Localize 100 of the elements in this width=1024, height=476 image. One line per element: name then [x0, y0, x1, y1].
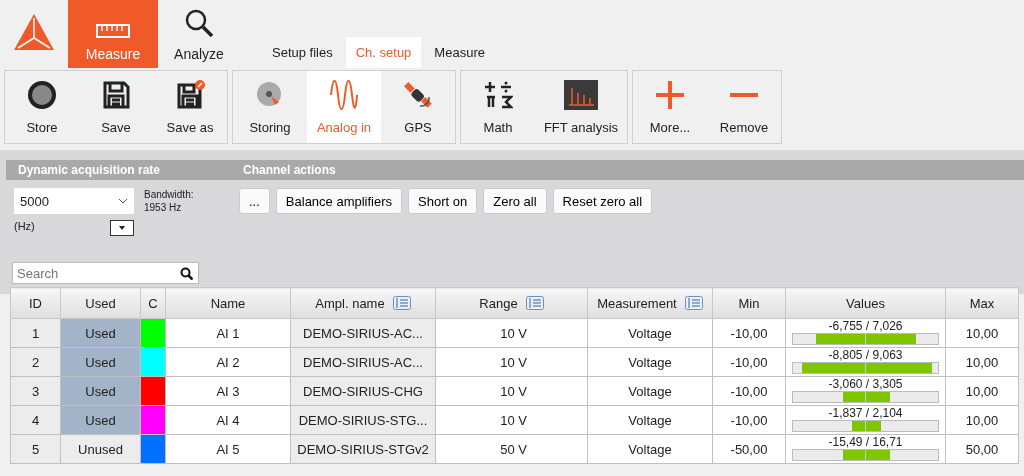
column-header[interactable]: Min [712, 287, 786, 319]
table-cell: Voltage [587, 376, 713, 406]
main-tab[interactable]: Analyze [158, 0, 240, 68]
toolbar-button[interactable]: FFT analysis [535, 71, 627, 143]
table-cell: 10,00 [945, 376, 1019, 406]
search-icon [180, 267, 193, 280]
table-cell: AI 3 [165, 376, 291, 406]
math-operators-icon [483, 79, 513, 110]
toolbar-button[interactable]: More... [633, 71, 707, 143]
color-swatch[interactable] [141, 348, 165, 376]
column-header[interactable]: Measurement [587, 287, 713, 319]
table-cell: DEMO-SIRIUS-STGv2 [290, 434, 436, 464]
column-header[interactable]: Max [945, 287, 1019, 319]
minus-icon [729, 92, 759, 97]
spectrum-chart-icon [564, 79, 598, 110]
table-cell: 10 V [435, 405, 588, 435]
table-cell: 50,00 [945, 434, 1019, 464]
toolbar-button[interactable]: Save [79, 71, 153, 143]
table-cell: 10 V [435, 347, 588, 377]
list-menu-icon[interactable] [684, 296, 703, 310]
used-toggle[interactable]: Used [60, 376, 141, 406]
table-cell: 3 [10, 376, 61, 406]
color-swatch[interactable] [141, 406, 165, 434]
column-header[interactable]: ID [10, 287, 61, 319]
table-cell: 10,00 [945, 318, 1019, 348]
toolbar-button[interactable]: Store [5, 71, 79, 143]
small-dropdown-button[interactable] [110, 220, 134, 236]
table-cell: DEMO-SIRIUS-AC... [290, 318, 436, 348]
sine-wave-icon [329, 79, 359, 110]
column-header[interactable]: Name [165, 287, 291, 319]
column-header[interactable]: C [140, 287, 166, 319]
ruler-icon [96, 24, 130, 38]
caret-icon [119, 226, 125, 230]
satellite-icon [403, 79, 433, 110]
rate-dropdown[interactable]: 5000 [14, 188, 134, 214]
value-reading: -15,49 / 16,71 [827, 435, 904, 449]
toolbar-button[interactable]: Storing [233, 71, 307, 143]
table-cell: 10 V [435, 376, 588, 406]
table-cell: -10,00 [712, 347, 786, 377]
plus-icon [655, 79, 685, 110]
table-cell: DEMO-SIRIUS-AC... [290, 347, 436, 377]
table-cell: -50,00 [712, 434, 786, 464]
color-swatch[interactable] [141, 377, 165, 405]
channel-action-button[interactable]: Balance amplifiers [275, 188, 403, 214]
table-cell: -10,00 [712, 405, 786, 435]
table-cell: AI 5 [165, 434, 291, 464]
used-toggle[interactable]: Unused [60, 434, 141, 464]
bandwidth-value: 1953 Hz [144, 201, 183, 214]
search-icon [184, 8, 214, 38]
table-cell: -10,00 [712, 376, 786, 406]
toolbar-button[interactable]: Remove [707, 71, 781, 143]
bandwidth-label: Bandwidth: [144, 188, 194, 201]
value-reading: -1,837 / 2,104 [827, 406, 904, 420]
column-header[interactable]: Range [435, 287, 588, 319]
channel-action-button[interactable]: Zero all [483, 188, 547, 214]
list-menu-icon[interactable] [392, 296, 411, 310]
used-toggle[interactable]: Used [60, 347, 141, 377]
table-cell: Voltage [587, 347, 713, 377]
table-cell: 2 [10, 347, 61, 377]
floppy-disk-edit-icon [175, 79, 205, 110]
sub-tab[interactable]: Setup files [262, 37, 343, 68]
table-cell: Voltage [587, 434, 713, 464]
table-cell: DEMO-SIRIUS-STG... [290, 405, 436, 435]
unit-label: (Hz) [14, 220, 35, 234]
used-toggle[interactable]: Used [60, 405, 141, 435]
table-cell: AI 2 [165, 347, 291, 377]
section-title: Channel actions [243, 163, 336, 177]
chevron-down-icon [118, 198, 128, 204]
value-reading: -8,805 / 9,063 [827, 348, 904, 362]
table-cell: 5 [10, 434, 61, 464]
column-header[interactable]: Values [785, 287, 946, 319]
table-cell: DEMO-SIRIUS-CHG [290, 376, 436, 406]
column-header[interactable]: Ampl. name [290, 287, 436, 319]
table-cell: 4 [10, 405, 61, 435]
color-swatch[interactable] [141, 319, 165, 347]
color-swatch[interactable] [141, 435, 165, 463]
table-cell: 50 V [435, 434, 588, 464]
sub-tab[interactable]: Measure [424, 37, 495, 68]
toolbar-button[interactable]: Save as [153, 71, 227, 143]
toolbar-button[interactable]: Math [461, 71, 535, 143]
table-cell: Voltage [587, 405, 713, 435]
toolbar-button[interactable]: GPS [381, 71, 455, 143]
column-header[interactable]: Used [60, 287, 141, 319]
table-cell: 1 [10, 318, 61, 348]
table-cell: AI 1 [165, 318, 291, 348]
table-cell: AI 4 [165, 405, 291, 435]
channel-action-button[interactable]: Short on [408, 188, 478, 214]
value-reading: -3,060 / 3,305 [827, 377, 904, 391]
value-reading: -6,755 / 7,026 [827, 319, 904, 333]
channel-action-button[interactable]: Reset zero all [552, 188, 653, 214]
section-title: Dynamic acquisition rate [18, 163, 162, 177]
table-cell: -10,00 [712, 318, 786, 348]
table-cell: 10,00 [945, 405, 1019, 435]
used-toggle[interactable]: Used [60, 318, 141, 348]
channel-action-button[interactable]: ... [239, 188, 270, 214]
table-cell: 10 V [435, 318, 588, 348]
list-menu-icon[interactable] [525, 296, 544, 310]
table-cell: Voltage [587, 318, 713, 348]
search-field[interactable]: Search [12, 262, 199, 284]
circle-icon [27, 79, 57, 110]
